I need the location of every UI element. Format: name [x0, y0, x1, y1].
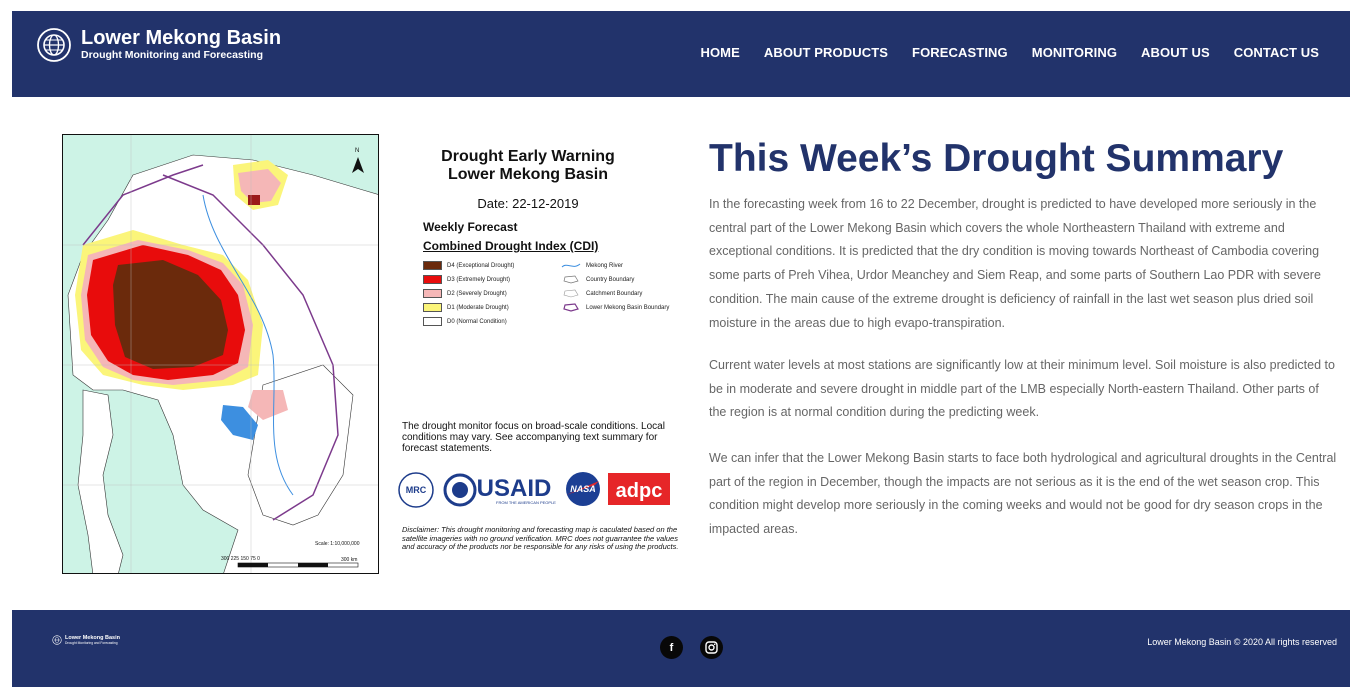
legend-line-label: Mekong River [586, 262, 624, 269]
legend-item: D3 (Extremely Drought) [423, 275, 510, 284]
legend-line-item: Catchment Boundary [561, 289, 642, 298]
svg-text:USAID: USAID [477, 475, 552, 502]
logo-subtitle: Drought Monitoring and Forecasting [81, 49, 263, 61]
nav-forecasting[interactable]: FORECASTING [912, 45, 1008, 60]
catchment-boundary-icon [563, 289, 579, 298]
nav-home[interactable]: HOME [700, 45, 739, 60]
north-label: N [355, 148, 359, 154]
main-content: N Scale: 1:10,000,000 300 225 150 75 0 3… [12, 97, 1350, 610]
map-title: Drought Early Warning Lower Mekong Basin [398, 148, 658, 184]
partner-logos: MRC USAID FROM THE AMERICAN PEOPLE NASA [394, 469, 684, 509]
instagram-icon [705, 641, 718, 654]
globe-icon [52, 635, 62, 645]
basin-boundary-icon [563, 303, 579, 312]
map-focus-note: The drought monitor focus on broad-scale… [402, 421, 665, 454]
legend-item: D0 (Normal Condition) [423, 317, 507, 326]
legend-item: D2 (Severely Drought) [423, 289, 507, 298]
page-title: This Week’s Drought Summary [709, 137, 1284, 180]
drought-map: N Scale: 1:10,000,000 300 225 150 75 0 3… [62, 134, 379, 574]
map-title-line2: Lower Mekong Basin [447, 166, 609, 183]
scale-text: Scale: 1:10,000,000 [315, 541, 360, 547]
scale-unit: 300 km [341, 557, 357, 563]
usaid-logo: USAID FROM THE AMERICAN PEOPLE [443, 473, 556, 507]
nav-contact-us[interactable]: CONTACT US [1234, 45, 1319, 60]
globe-icon [37, 28, 71, 62]
instagram-button[interactable] [700, 636, 723, 659]
logo-title: Lower Mekong Basin [81, 27, 282, 49]
page: Lower Mekong Basin Drought Monitoring an… [0, 0, 1350, 687]
legend-swatch [423, 275, 442, 284]
facebook-button[interactable]: f [660, 636, 683, 659]
facebook-icon: f [669, 641, 674, 654]
mrc-logo: MRC [398, 472, 434, 508]
map-index-title: Combined Drought Index (CDI) [423, 239, 599, 253]
top-strip [0, 0, 1350, 11]
legend-line-item: Lower Mekong Basin Boundary [561, 303, 669, 312]
summary-paragraph: In the forecasting week from 16 to 22 De… [709, 197, 1321, 330]
legend-line-label: Country Boundary [586, 276, 635, 283]
social-links: f [660, 636, 740, 659]
legend-line-label: Catchment Boundary [586, 290, 643, 297]
legend-line-label: Lower Mekong Basin Boundary [586, 304, 670, 311]
svg-text:NASA: NASA [570, 484, 596, 494]
legend-line-item: Country Boundary [561, 275, 634, 284]
svg-text:FROM THE AMERICAN PEOPLE: FROM THE AMERICAN PEOPLE [496, 500, 556, 505]
legend-swatch [423, 289, 442, 298]
scale-ticks: 300 225 150 75 0 [221, 556, 260, 562]
legend-swatch [423, 261, 442, 270]
copyright-text: Lower Mekong Basin © 2020 All rights res… [1147, 637, 1337, 647]
nav-monitoring[interactable]: MONITORING [1032, 45, 1117, 60]
river-line-icon [561, 263, 581, 268]
main-nav: HOME ABOUT PRODUCTS FORECASTING MONITORI… [676, 45, 1319, 60]
legend-line-item: Mekong River [561, 261, 623, 270]
site-footer: Lower Mekong Basin Drought Monitoring an… [12, 610, 1350, 687]
legend-item: D1 (Moderate Drought) [423, 303, 509, 312]
site-header: Lower Mekong Basin Drought Monitoring an… [12, 11, 1350, 97]
adpc-logo: adpc [608, 473, 670, 505]
legend-swatch [423, 317, 442, 326]
legend-swatch [423, 303, 442, 312]
footer-logo-title: Lower Mekong Basin [65, 634, 121, 641]
legend-label: D2 (Severely Drought) [447, 290, 507, 297]
map-date: Date: 22-12-2019 [477, 196, 579, 211]
footer-logo[interactable]: Lower Mekong Basin Drought Monitoring an… [52, 635, 120, 645]
nasa-logo: NASA [566, 472, 600, 506]
footer-logo-subtitle: Drought Monitoring and Forecasting [65, 640, 118, 645]
svg-text:adpc: adpc [616, 480, 663, 502]
site-logo[interactable]: Lower Mekong Basin Drought Monitoring an… [36, 27, 281, 63]
summary-paragraph: Current water levels at most stations ar… [709, 358, 1335, 420]
country-boundary-icon [563, 275, 579, 284]
drought-map-image: N Scale: 1:10,000,000 300 225 150 75 0 3… [63, 135, 378, 573]
legend-item: D4 (Exceptional Drought) [423, 261, 514, 270]
legend-label: D4 (Exceptional Drought) [447, 262, 515, 269]
legend-label: D0 (Normal Condition) [447, 318, 507, 325]
legend-label: D3 (Extremely Drought) [447, 276, 511, 283]
legend-label: D1 (Moderate Drought) [447, 304, 509, 311]
nav-about-products[interactable]: ABOUT PRODUCTS [764, 45, 888, 60]
nav-about-us[interactable]: ABOUT US [1141, 45, 1210, 60]
drought-map-card: N Scale: 1:10,000,000 300 225 150 75 0 3… [48, 121, 688, 581]
map-title-line1: Drought Early Warning [441, 148, 615, 165]
svg-text:MRC: MRC [406, 485, 427, 495]
map-weekly-label: Weekly Forecast [423, 220, 518, 234]
summary-paragraph: We can infer that the Lower Mekong Basin… [709, 451, 1337, 537]
map-disclaimer: Disclaimer: This drought monitoring and … [402, 525, 679, 551]
